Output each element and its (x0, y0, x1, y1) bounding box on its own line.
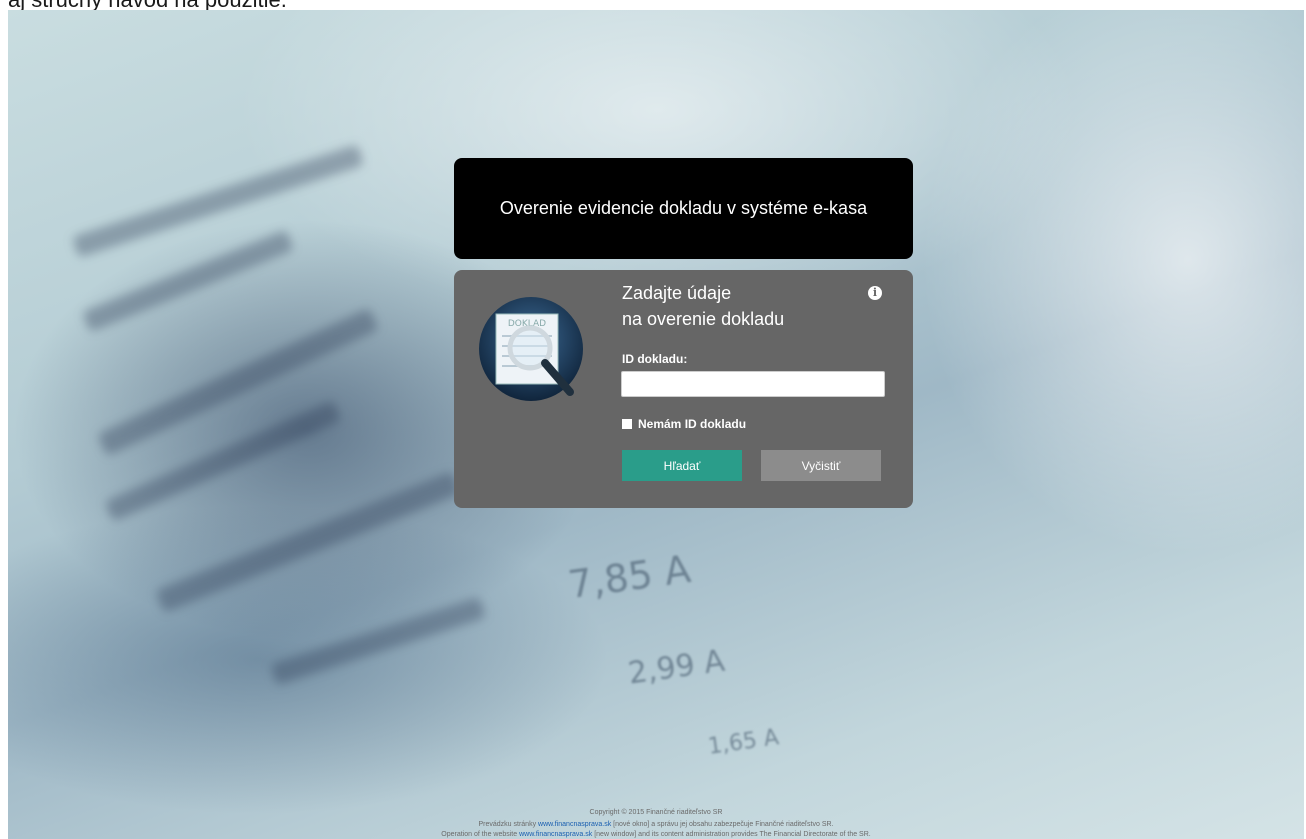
footer-sk-text-before: Prevádzku stránky (478, 821, 537, 828)
id-input[interactable] (621, 371, 885, 397)
search-button[interactable]: Hľadať (622, 450, 742, 481)
footer-sk-text-after: [nové okno] a správu jej obsahu zabezpeč… (613, 821, 834, 828)
footer-line-sk: Prevádzku stránky www.financnasprava.sk … (8, 820, 1304, 829)
no-id-label[interactable]: Nemám ID dokladu (638, 417, 746, 431)
footer-copyright: Copyright © 2015 Finančné riaditeľstvo S… (589, 809, 723, 816)
heading-line-2: na overenie dokladu (622, 309, 785, 329)
footer-line-en: Operation of the website www.financnaspr… (8, 830, 1304, 839)
id-label: ID dokladu: (622, 352, 688, 366)
footer-en-text-after: [new window] and its content administrat… (594, 831, 871, 838)
clear-button[interactable]: Vyčistiť (761, 450, 881, 481)
no-id-checkbox[interactable] (622, 419, 632, 429)
footer-sk-link[interactable]: www.financnasprava.sk (538, 821, 611, 828)
footer-en-link[interactable]: www.financnasprava.sk (519, 831, 592, 838)
page-title: Overenie evidencie dokladu v systéme e-k… (499, 198, 868, 218)
heading-line-1: Zadajte údaje (622, 283, 732, 303)
receipt-amount-1: 7,85 A (565, 546, 694, 608)
receipt-amount-2: 2,99 A (626, 643, 727, 692)
info-icon-glyph: i (872, 286, 878, 299)
receipt-amount-3: 1,65 A (706, 725, 781, 760)
no-id-checkbox-row[interactable]: Nemám ID dokladu (622, 417, 746, 431)
title-box: Overenie evidencie dokladu v systéme e-k… (454, 158, 913, 259)
info-icon[interactable]: i (868, 286, 882, 300)
receipt-magnifier-icon: DOKLAD (479, 297, 583, 401)
form-heading: Zadajte údaje na overenie dokladu (622, 280, 784, 332)
footer-en-text-before: Operation of the website (441, 831, 518, 838)
verification-form: DOKLAD Zadajte údaje na overenie dokladu… (454, 270, 913, 508)
